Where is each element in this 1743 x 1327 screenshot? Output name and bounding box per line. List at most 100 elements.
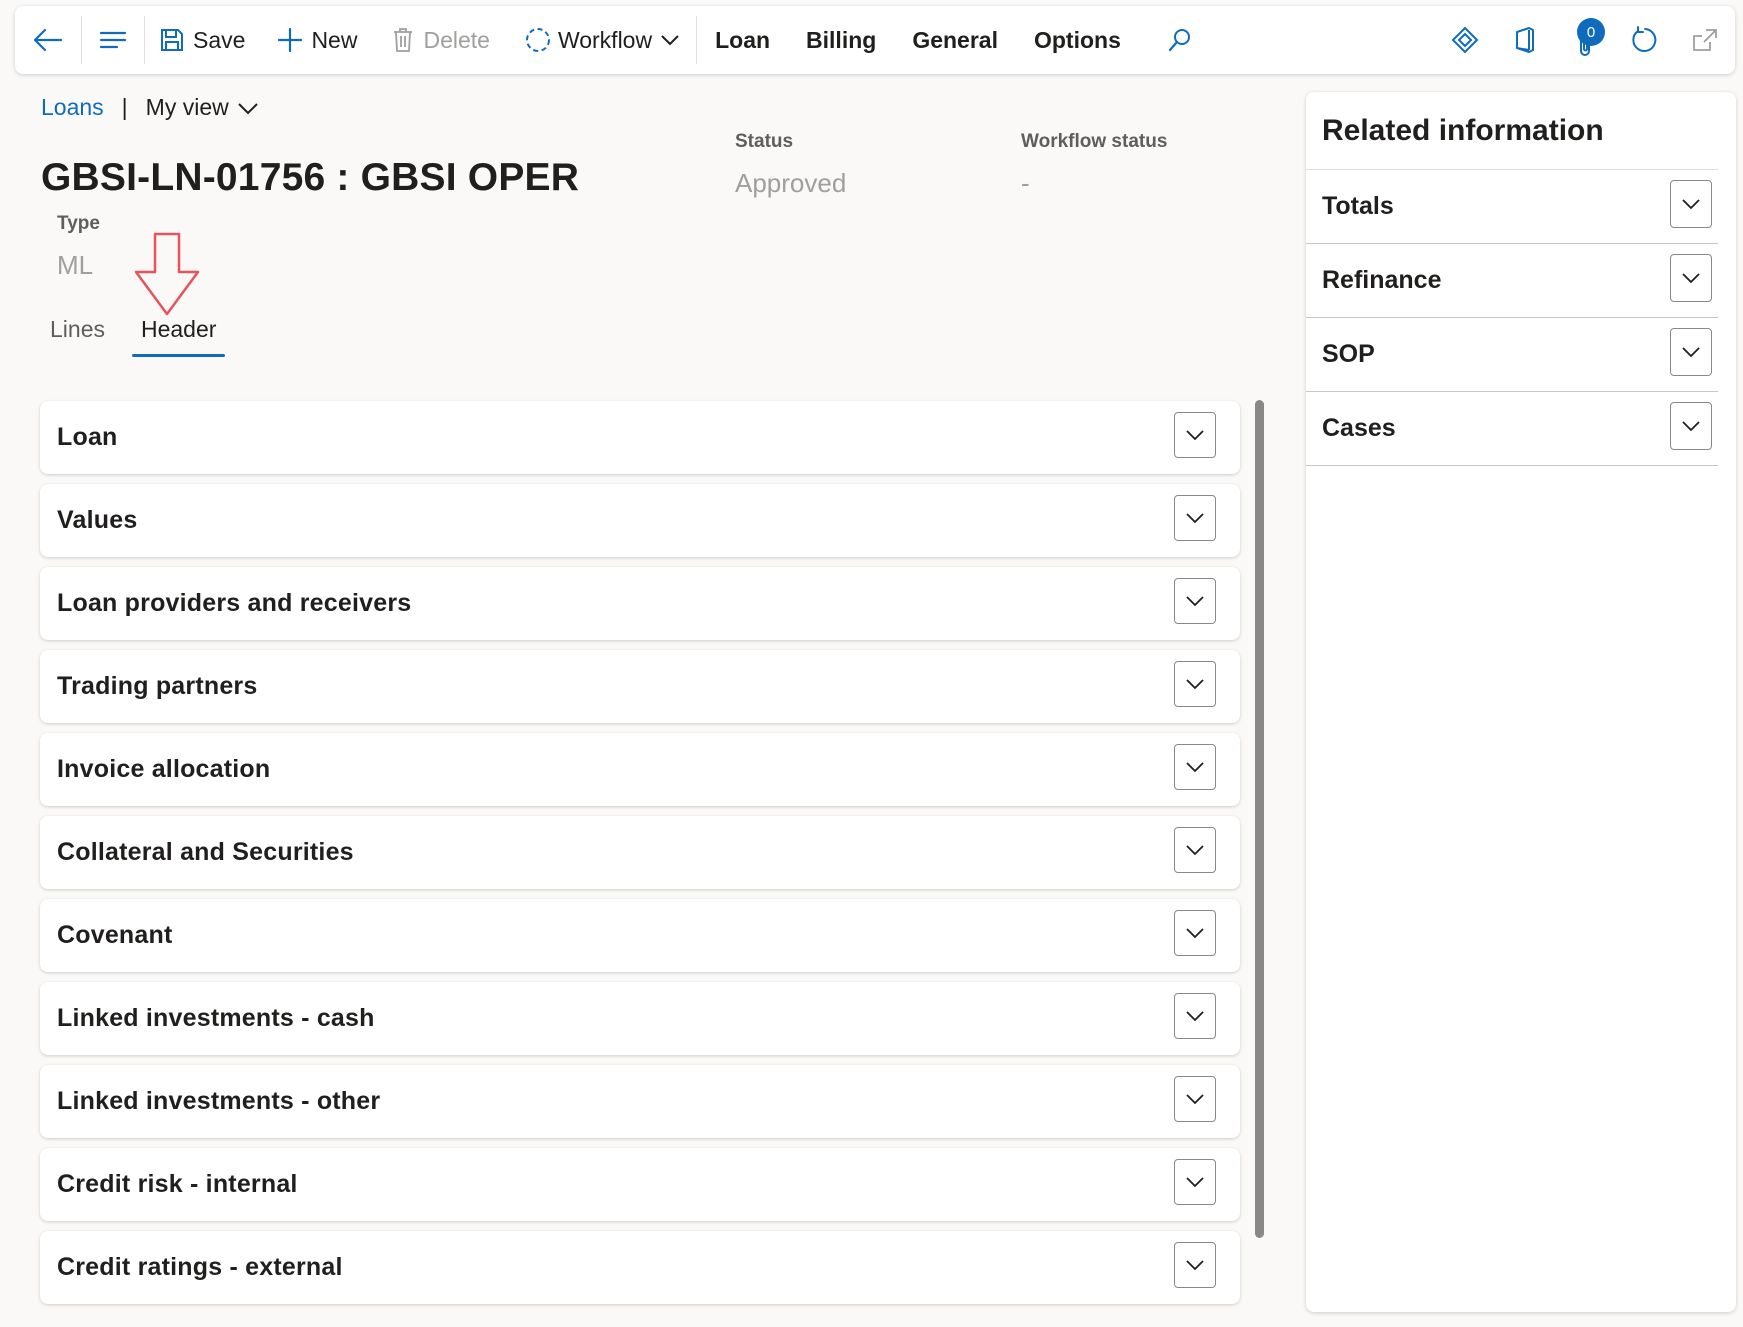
delete-button[interactable]: Delete [391, 6, 490, 74]
attachments-button[interactable]: 0 [1555, 6, 1615, 74]
save-label: Save [193, 26, 246, 53]
related-item-label: Refinance [1322, 266, 1442, 294]
expand-button[interactable] [1174, 827, 1216, 873]
type-value: ML [57, 250, 94, 280]
related-item-label: SOP [1322, 340, 1375, 368]
related-item-totals[interactable]: Totals [1306, 170, 1718, 244]
fasttab-covenant[interactable]: Covenant [40, 899, 1240, 972]
fasttab-linked-other[interactable]: Linked investments - other [40, 1065, 1240, 1138]
related-item-refinance[interactable]: Refinance [1306, 244, 1718, 318]
new-label: New [311, 26, 358, 53]
chevron-down-icon [1186, 928, 1204, 939]
plus-icon [278, 27, 303, 53]
chevron-down-icon [1186, 679, 1204, 690]
back-arrow-icon [33, 28, 63, 52]
workflow-icon [525, 28, 550, 52]
expand-button[interactable] [1670, 402, 1712, 450]
fasttab-title: Covenant [57, 921, 173, 949]
chevron-down-icon [1186, 430, 1204, 441]
chevron-down-icon [1186, 1094, 1204, 1105]
fasttab-title: Invoice allocation [57, 755, 271, 783]
fasttab-title: Trading partners [57, 672, 258, 700]
view-selector[interactable]: My view [146, 94, 259, 121]
tab-options[interactable]: Options [1034, 6, 1121, 74]
related-item-cases[interactable]: Cases [1306, 392, 1718, 466]
page-title: GBSI-LN-01756 : GBSI OPER [41, 156, 580, 199]
expand-button[interactable] [1174, 910, 1216, 956]
chevron-down-icon [238, 102, 258, 114]
chevron-down-icon [1186, 596, 1204, 607]
related-information-title: Related information [1322, 114, 1604, 147]
office-button[interactable] [1495, 6, 1555, 74]
fasttab-linked-cash[interactable]: Linked investments - cash [40, 982, 1240, 1055]
expand-button[interactable] [1174, 1159, 1216, 1205]
related-item-label: Totals [1322, 192, 1394, 220]
search-icon [1168, 29, 1190, 52]
workflow-status-label: Workflow status [1021, 131, 1168, 152]
chevron-down-icon [1186, 1177, 1204, 1188]
chevron-down-icon [1682, 347, 1700, 358]
fasttab-title: Credit ratings - external [57, 1253, 343, 1281]
office-icon [1516, 27, 1534, 53]
back-button[interactable] [15, 6, 81, 74]
popout-icon [1693, 29, 1717, 51]
workflow-label: Workflow [557, 26, 653, 53]
workflow-button[interactable]: Workflow [524, 6, 680, 74]
power-apps-button[interactable] [1435, 6, 1495, 74]
fasttab-list: Loan Values Loan providers and receivers… [40, 401, 1240, 1314]
fasttab-trading-partners[interactable]: Trading partners [40, 650, 1240, 723]
diamond-icon [1451, 26, 1479, 54]
view-selector-label: My view [145, 94, 229, 120]
tab-loan[interactable]: Loan [715, 6, 770, 74]
expand-button[interactable] [1174, 1242, 1216, 1288]
expand-button[interactable] [1174, 993, 1216, 1039]
status-label: Status [735, 131, 794, 152]
expand-button[interactable] [1174, 661, 1216, 707]
new-button[interactable]: New [277, 6, 357, 74]
tab-billing[interactable]: Billing [806, 6, 876, 74]
fasttab-values[interactable]: Values [40, 484, 1240, 557]
breadcrumb-loans-link[interactable]: Loans [41, 94, 104, 121]
fasttab-credit-ratings[interactable]: Credit ratings - external [40, 1231, 1240, 1304]
status-value: Approved [735, 168, 847, 198]
tab-header[interactable]: Header [131, 316, 226, 357]
fasttab-credit-risk[interactable]: Credit risk - internal [40, 1148, 1240, 1221]
refresh-button[interactable] [1615, 6, 1675, 74]
expand-button[interactable] [1670, 180, 1712, 228]
expand-button[interactable] [1174, 744, 1216, 790]
fasttab-loan[interactable]: Loan [40, 401, 1240, 474]
chevron-down-icon [1186, 1260, 1204, 1271]
fasttab-title: Loan providers and receivers [57, 589, 412, 617]
fasttab-invoice-allocation[interactable]: Invoice allocation [40, 733, 1240, 806]
chevron-down-icon [1186, 513, 1204, 524]
expand-button[interactable] [1174, 412, 1216, 458]
toolbar-divider [696, 16, 698, 64]
breadcrumb: Loans | My view [41, 94, 259, 121]
search-button[interactable] [1167, 6, 1193, 74]
save-icon [161, 29, 183, 51]
expand-button[interactable] [1670, 328, 1712, 376]
expand-button[interactable] [1174, 495, 1216, 541]
fasttab-collateral[interactable]: Collateral and Securities [40, 816, 1240, 889]
open-new-window-button[interactable] [1675, 6, 1735, 74]
page-tabs: Lines Header [41, 316, 243, 357]
expand-button[interactable] [1174, 578, 1216, 624]
related-item-sop[interactable]: SOP [1306, 318, 1718, 392]
type-label: Type [57, 213, 100, 234]
tab-general[interactable]: General [912, 6, 998, 74]
menu-button[interactable] [82, 6, 144, 74]
expand-button[interactable] [1670, 254, 1712, 302]
toolbar-divider [144, 16, 145, 64]
save-button[interactable]: Save [159, 6, 245, 74]
tab-lines[interactable]: Lines [41, 316, 114, 353]
refresh-icon [1632, 26, 1657, 52]
fasttab-title: Linked investments - other [57, 1087, 381, 1115]
fasttab-loan-providers[interactable]: Loan providers and receivers [40, 567, 1240, 640]
toolbar-right: 0 [1435, 6, 1735, 74]
fasttab-title: Values [57, 506, 138, 534]
scrollbar[interactable] [1255, 400, 1264, 1238]
attachments-count-badge: 0 [1577, 18, 1605, 46]
trash-icon [394, 28, 413, 52]
related-information-pane: Related information Totals Refinance SOP… [1306, 92, 1736, 1312]
expand-button[interactable] [1174, 1076, 1216, 1122]
